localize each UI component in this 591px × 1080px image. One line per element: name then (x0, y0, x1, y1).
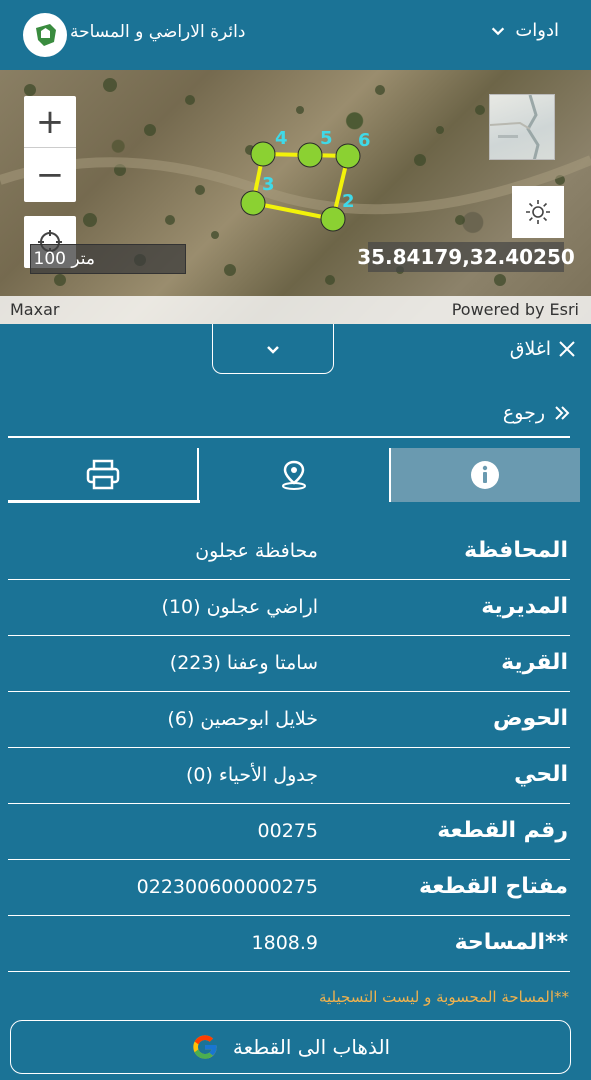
chevron-down-icon (492, 27, 505, 35)
scale-label: 100 متر (33, 249, 95, 269)
detail-row-neighborhood: الحي جدول الأحياء (0) (8, 748, 570, 804)
row-value: محافظة عجلون (195, 540, 318, 562)
parcel-vertex-label: 4 (275, 128, 288, 149)
parcel-vertex-label: 2 (342, 191, 355, 212)
double-chevron-right-icon (555, 406, 570, 420)
row-label: المحافظة (464, 538, 568, 563)
parcel-details: المحافظة محافظة عجلون المديرية اراضي عجل… (8, 524, 570, 972)
detail-row-governorate: المحافظة محافظة عجلون (8, 524, 570, 580)
zoom-controls: + − (24, 96, 76, 202)
panel-tabs (8, 448, 580, 504)
close-icon (559, 341, 575, 357)
parcel-vertex-label: 3 (262, 174, 275, 195)
row-label: رقم القطعة (437, 818, 568, 843)
row-label: المديرية (481, 594, 568, 619)
close-button[interactable]: اغلاق (510, 338, 577, 360)
detail-row-area: **المساحة 1808.9 (8, 916, 570, 972)
zoom-out-button[interactable]: − (24, 149, 76, 201)
parcel-vertex-label: 5 (320, 128, 333, 149)
collapse-panel-button[interactable] (212, 324, 334, 374)
basemap-toggle[interactable] (489, 94, 555, 160)
chevron-down-icon (267, 345, 279, 354)
dls-logo[interactable] (23, 13, 67, 57)
row-value: خلايل ابوحصين (6) (167, 708, 318, 730)
row-value: سامتا وعفنا (223) (169, 652, 318, 674)
zoom-in-button[interactable]: + (24, 96, 76, 148)
row-value: اراضي عجلون (10) (161, 596, 318, 618)
coordinates-readout: 35.84179,32.40250 (357, 242, 575, 272)
tab-print[interactable] (8, 448, 197, 502)
app-header: دائرة الاراضي و المساحة ادوات (0, 0, 591, 70)
row-label: **المساحة (454, 930, 568, 955)
imagery-attribution: Maxar (10, 300, 60, 319)
department-title: دائرة الاراضي و المساحة (70, 22, 246, 42)
esri-attribution[interactable]: Powered by Esri (452, 300, 579, 319)
go-to-parcel-button[interactable]: الذهاب الى القطعة (10, 1020, 571, 1074)
detail-row-parcel-key: مفتاح القطعة 022300600000275 (8, 860, 570, 916)
row-value: 1808.9 (251, 932, 318, 954)
back-button[interactable]: رجوع (503, 402, 571, 424)
google-icon (193, 1035, 217, 1059)
map-view[interactable]: 2 3 4 5 6 + − 100 متر 35.84179,32.40250 … (0, 70, 591, 324)
brightness-button[interactable] (512, 186, 564, 238)
tab-info[interactable] (390, 448, 580, 502)
detail-row-directorate: المديرية اراضي عجلون (10) (8, 580, 570, 636)
row-value: جدول الأحياء (0) (185, 764, 318, 786)
close-label: اغلاق (509, 338, 551, 360)
go-to-parcel-label: الذهاب الى القطعة (232, 1035, 391, 1059)
parcel-info-panel: اغلاق رجوع المحافظة محافظة عجلون المديري… (0, 324, 591, 1080)
back-label: رجوع (502, 402, 545, 424)
area-note: **المساحة المحسوبة و ليست التسجيلية (318, 988, 569, 1006)
location-pin-icon (281, 460, 306, 490)
row-label: الحي (514, 762, 568, 787)
info-icon (471, 461, 500, 489)
divider (8, 436, 570, 438)
row-label: مفتاح القطعة (418, 874, 568, 899)
parcel-vertex-label: 6 (358, 130, 371, 151)
printer-icon (86, 459, 119, 490)
row-label: القرية (501, 650, 568, 675)
tools-label: ادوات (515, 20, 559, 41)
jordan-map-logo-icon (36, 24, 56, 46)
row-label: الحوض (492, 706, 568, 731)
map-attribution: Maxar Powered by Esri (0, 296, 591, 324)
detail-row-basin: الحوض خلايل ابوحصين (6) (8, 692, 570, 748)
detail-row-parcel-number: رقم القطعة 00275 (8, 804, 570, 860)
tab-location[interactable] (199, 448, 388, 502)
row-value: 00275 (257, 820, 318, 842)
basemap-thumbnail-icon (490, 95, 540, 159)
sun-icon (526, 200, 550, 224)
tools-menu-button[interactable]: ادوات (489, 20, 559, 41)
detail-row-village: القرية سامتا وعفنا (223) (8, 636, 570, 692)
scale-bar: 100 متر (30, 244, 186, 274)
row-value: 022300600000275 (136, 876, 318, 898)
tab-active-underline (8, 500, 200, 503)
